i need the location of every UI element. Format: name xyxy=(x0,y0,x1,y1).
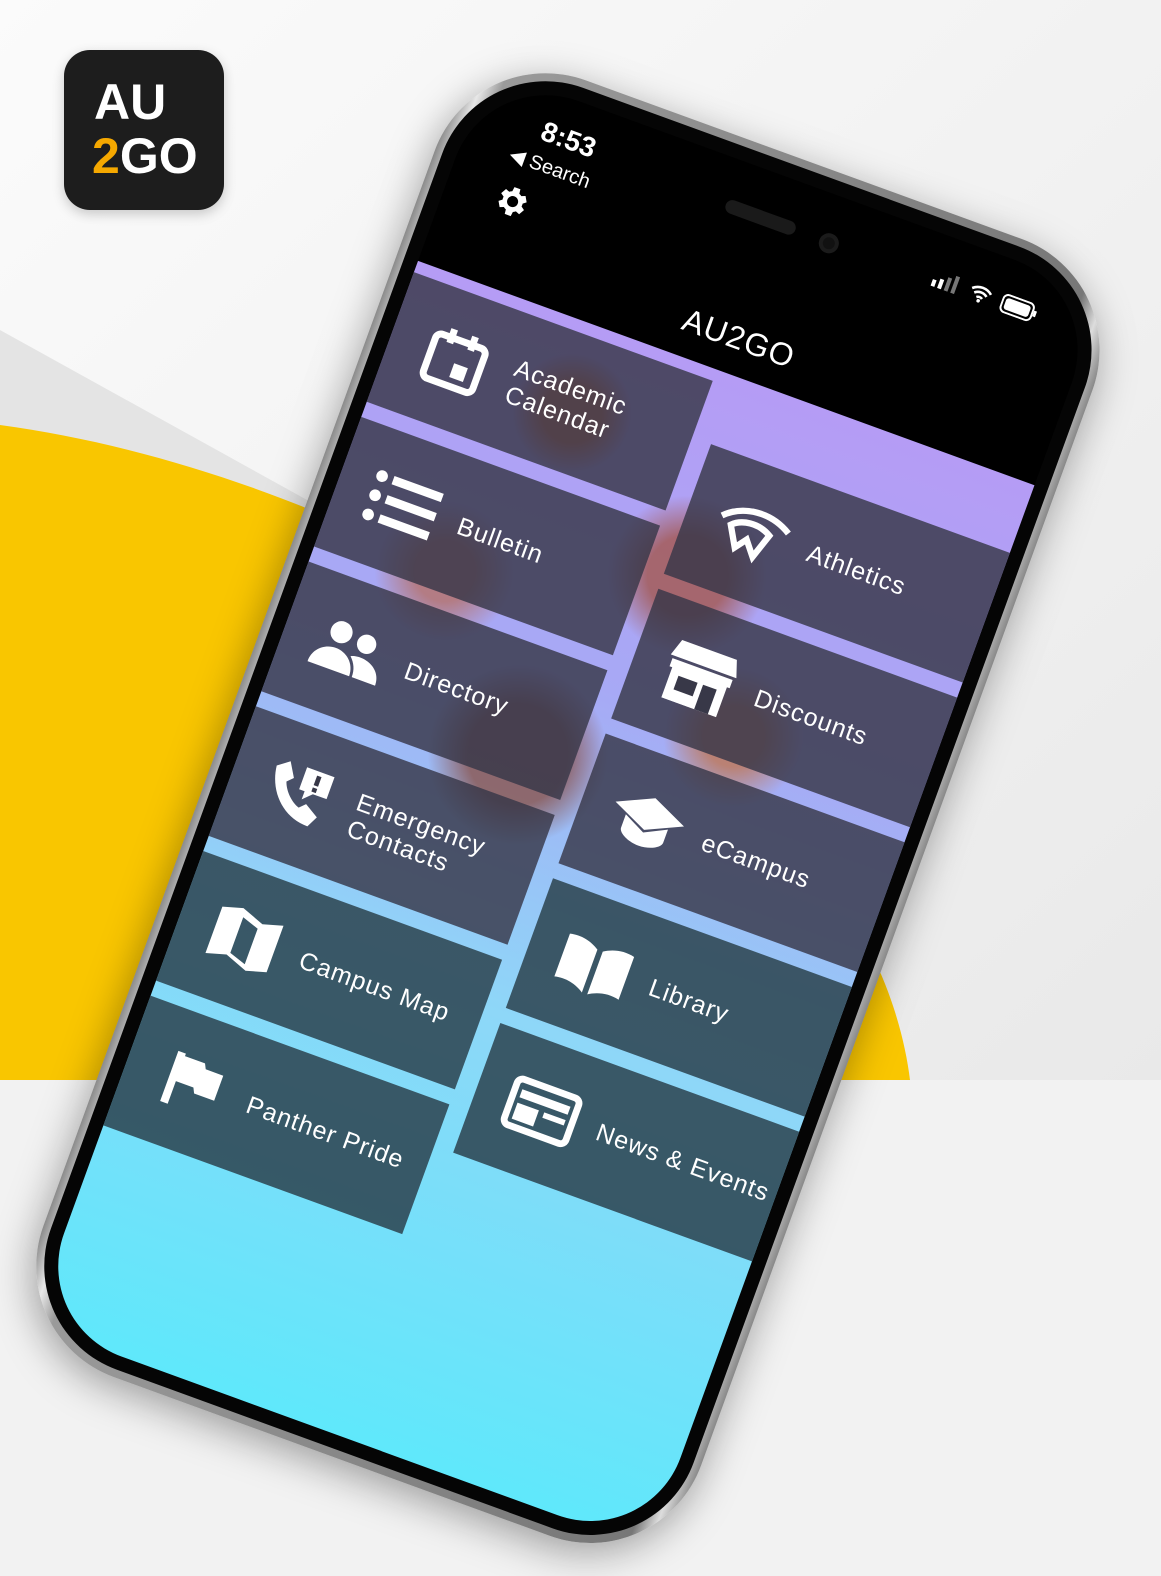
app-logo: AU 2GO xyxy=(64,50,224,210)
tile-label: Athletics xyxy=(802,539,910,602)
tile-label: Campus Map xyxy=(295,946,454,1028)
tile-label: Academic Calendar xyxy=(501,354,631,445)
front-camera xyxy=(815,230,842,257)
people-icon xyxy=(307,621,377,686)
tile-label: Bulletin xyxy=(453,512,548,570)
tile-label: News & Events xyxy=(592,1118,774,1208)
logo-au: AU xyxy=(94,74,167,130)
book-icon xyxy=(554,933,635,1000)
gear-icon xyxy=(498,187,527,217)
settings-button[interactable] xyxy=(485,177,535,230)
logo-2go: 2GO xyxy=(92,130,198,182)
tile-label: Panther Pride xyxy=(242,1091,408,1175)
logo-go: GO xyxy=(119,128,198,184)
tile-label: Discounts xyxy=(750,684,872,752)
tile-label: Library xyxy=(644,973,733,1029)
list-icon xyxy=(362,470,444,541)
map-icon xyxy=(205,906,284,973)
wifi-icon xyxy=(971,285,993,303)
store-icon xyxy=(661,639,737,718)
tile-label: Directory xyxy=(400,656,513,721)
logo-two: 2 xyxy=(92,128,120,184)
calendar-icon xyxy=(419,328,489,397)
speaker-grille xyxy=(723,198,798,237)
battery-icon xyxy=(999,294,1038,322)
panther-icon xyxy=(720,507,791,564)
status-icons xyxy=(930,268,1040,324)
emergency-phone-icon xyxy=(275,761,335,827)
signal-icon xyxy=(930,275,961,295)
graduation-cap-icon xyxy=(615,798,685,848)
flag-icon xyxy=(160,1050,224,1104)
news-icon xyxy=(500,1075,583,1148)
tile-label: Emergency Contacts xyxy=(343,788,490,878)
tile-label: eCampus xyxy=(697,828,815,895)
